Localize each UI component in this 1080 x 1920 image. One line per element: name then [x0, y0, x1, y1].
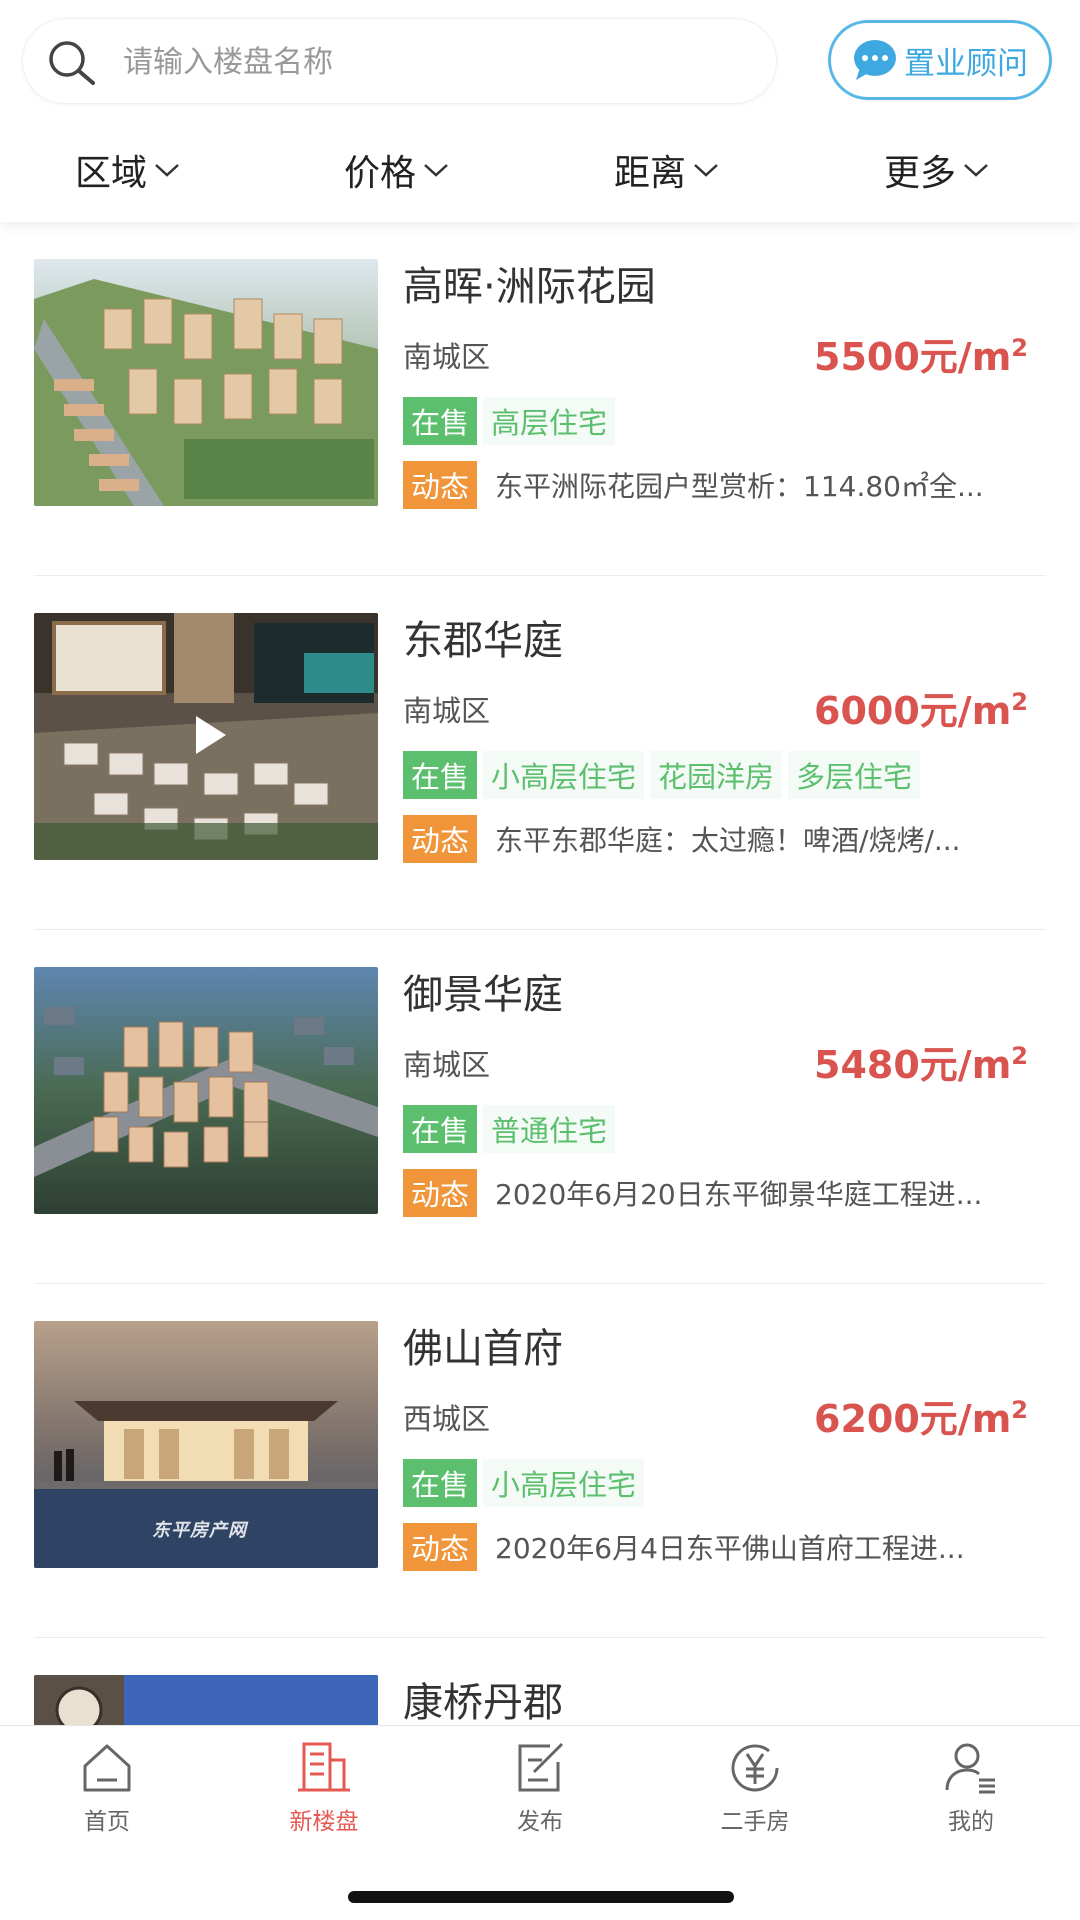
type-tag: 花园洋房 [650, 751, 783, 799]
filter-label: 更多 [884, 153, 957, 194]
yuan-icon [731, 1744, 779, 1792]
tab-label: 首页 [84, 1809, 130, 1835]
listing-title[interactable]: 佛山首府 [403, 1316, 563, 1374]
news-text: 东平东郡华庭：太过瘾！啤酒/烧烤/... [495, 824, 961, 857]
listing-price: 6200元/m2 [814, 1396, 1028, 1441]
listing-tags: 在售 小高层住宅 [403, 1459, 645, 1507]
listing-thumbnail[interactable] [34, 967, 378, 1214]
chevron-down-icon [155, 164, 179, 177]
aerial-render-image [34, 259, 378, 506]
user-icon [945, 1743, 995, 1794]
listing-item[interactable]: 东郡华庭 南城区 6000元/m2 在售 小高层住宅 花园洋房 多层住宅 动态 … [0, 576, 1080, 930]
tab-label: 二手房 [720, 1809, 790, 1835]
type-tag: 普通住宅 [483, 1105, 616, 1153]
search-icon [49, 41, 95, 85]
header: 置业顾问 区域 价格 距离 更多 [0, 0, 1080, 222]
type-tag: 高层住宅 [483, 397, 616, 445]
listing-tags: 在售 高层住宅 [403, 397, 616, 445]
app-screen: 置业顾问 区域 价格 距离 更多 [0, 0, 1080, 1920]
listing-item[interactable]: 御景华庭 南城区 5480元/m2 在售 普通住宅 动态 2020年6月20日东… [0, 930, 1080, 1284]
consultant-button[interactable]: 置业顾问 [828, 20, 1052, 100]
news-badge: 动态 [403, 461, 478, 509]
news-text: 2020年6月20日东平御景华庭工程进... [495, 1178, 983, 1211]
listing-news[interactable]: 动态 2020年6月4日东平佛山首府工程进... [403, 1523, 1043, 1571]
listing-thumbnail[interactable] [34, 259, 378, 506]
aerial-render-image [34, 967, 378, 1214]
chevron-down-icon [964, 164, 988, 177]
tab-new-homes[interactable]: 新楼盘 [254, 1738, 394, 1848]
listing-price: 5480元/m2 [814, 1042, 1028, 1087]
filter-label: 区域 [75, 153, 148, 194]
news-text: 2020年6月4日东平佛山首府工程进... [495, 1532, 965, 1565]
news-text: 东平洲际花园户型赏析：114.80㎡全... [495, 470, 984, 503]
listing-title[interactable]: 东郡华庭 [403, 608, 563, 666]
status-badge: 在售 [403, 1459, 478, 1507]
consultant-label: 置业顾问 [904, 45, 1028, 82]
listing-news[interactable]: 动态 2020年6月20日东平御景华庭工程进... [403, 1169, 1043, 1217]
tab-home[interactable]: 首页 [37, 1738, 177, 1848]
play-icon[interactable] [178, 706, 236, 764]
home-indicator[interactable] [348, 1891, 734, 1903]
chat-bubble-icon [854, 40, 896, 80]
chevron-down-icon [694, 164, 718, 177]
filter-price[interactable]: 价格 [344, 130, 450, 210]
filter-region[interactable]: 区域 [75, 130, 181, 210]
listing-title[interactable]: 御景华庭 [403, 962, 563, 1020]
listing-thumbnail[interactable] [34, 613, 378, 860]
listing-title[interactable]: 康桥丹郡 [403, 1670, 563, 1728]
listing-news[interactable]: 动态 东平洲际花园户型赏析：114.80㎡全... [403, 461, 1043, 509]
type-tag: 多层住宅 [788, 751, 921, 799]
listing-item[interactable]: 高晖·洲际花园 南城区 5500元/m2 在售 高层住宅 动态 东平洲际花园户型… [0, 222, 1080, 576]
filter-bar: 区域 价格 距离 更多 [0, 130, 1080, 210]
status-badge: 在售 [403, 1105, 478, 1153]
filter-more[interactable]: 更多 [884, 130, 990, 210]
tab-label: 我的 [948, 1809, 994, 1835]
image-watermark: 东平房产网 [152, 1520, 247, 1541]
news-badge: 动态 [403, 1523, 478, 1571]
listing-price: 5500元/m2 [814, 334, 1028, 379]
listing-district: 南城区 [403, 1048, 491, 1082]
tab-second-hand[interactable]: 二手房 [685, 1738, 825, 1848]
tab-label: 发布 [517, 1809, 563, 1835]
search-box[interactable] [22, 18, 777, 104]
listing-price: 6000元/m2 [814, 688, 1028, 733]
type-tag: 小高层住宅 [483, 751, 645, 799]
search-input[interactable] [123, 33, 743, 91]
listing-item[interactable]: 东平房产网 佛山首府 西城区 6200元/m2 在售 小高层住宅 动态 2020… [0, 1284, 1080, 1638]
listing-title[interactable]: 高晖·洲际花园 [403, 254, 656, 312]
filter-label: 距离 [614, 153, 687, 194]
news-badge: 动态 [403, 1169, 478, 1217]
status-badge: 在售 [403, 397, 478, 445]
listing-news[interactable]: 动态 东平东郡华庭：太过瘾！啤酒/烧烤/... [403, 815, 1043, 863]
listing-district: 南城区 [403, 694, 491, 728]
listing-district: 西城区 [403, 1402, 491, 1436]
tab-mine[interactable]: 我的 [901, 1738, 1041, 1848]
filter-distance[interactable]: 距离 [614, 130, 720, 210]
tab-bar: 首页 新楼盘 发布 二手房 我的 [0, 1725, 1080, 1920]
tab-label: 新楼盘 [289, 1809, 359, 1835]
chevron-down-icon [424, 164, 448, 177]
listing-tags: 在售 普通住宅 [403, 1105, 616, 1153]
type-tag: 小高层住宅 [483, 1459, 645, 1507]
edit-icon [518, 1742, 564, 1792]
listing-thumbnail[interactable]: 东平房产网 [34, 1321, 378, 1568]
status-badge: 在售 [403, 751, 478, 799]
news-badge: 动态 [403, 815, 478, 863]
filter-label: 价格 [344, 153, 417, 194]
tab-publish[interactable]: 发布 [470, 1738, 610, 1848]
listing-district: 南城区 [403, 340, 491, 374]
home-icon [83, 1744, 131, 1792]
listing-tags: 在售 小高层住宅 花园洋房 多层住宅 [403, 751, 921, 799]
building-icon [298, 1742, 350, 1792]
